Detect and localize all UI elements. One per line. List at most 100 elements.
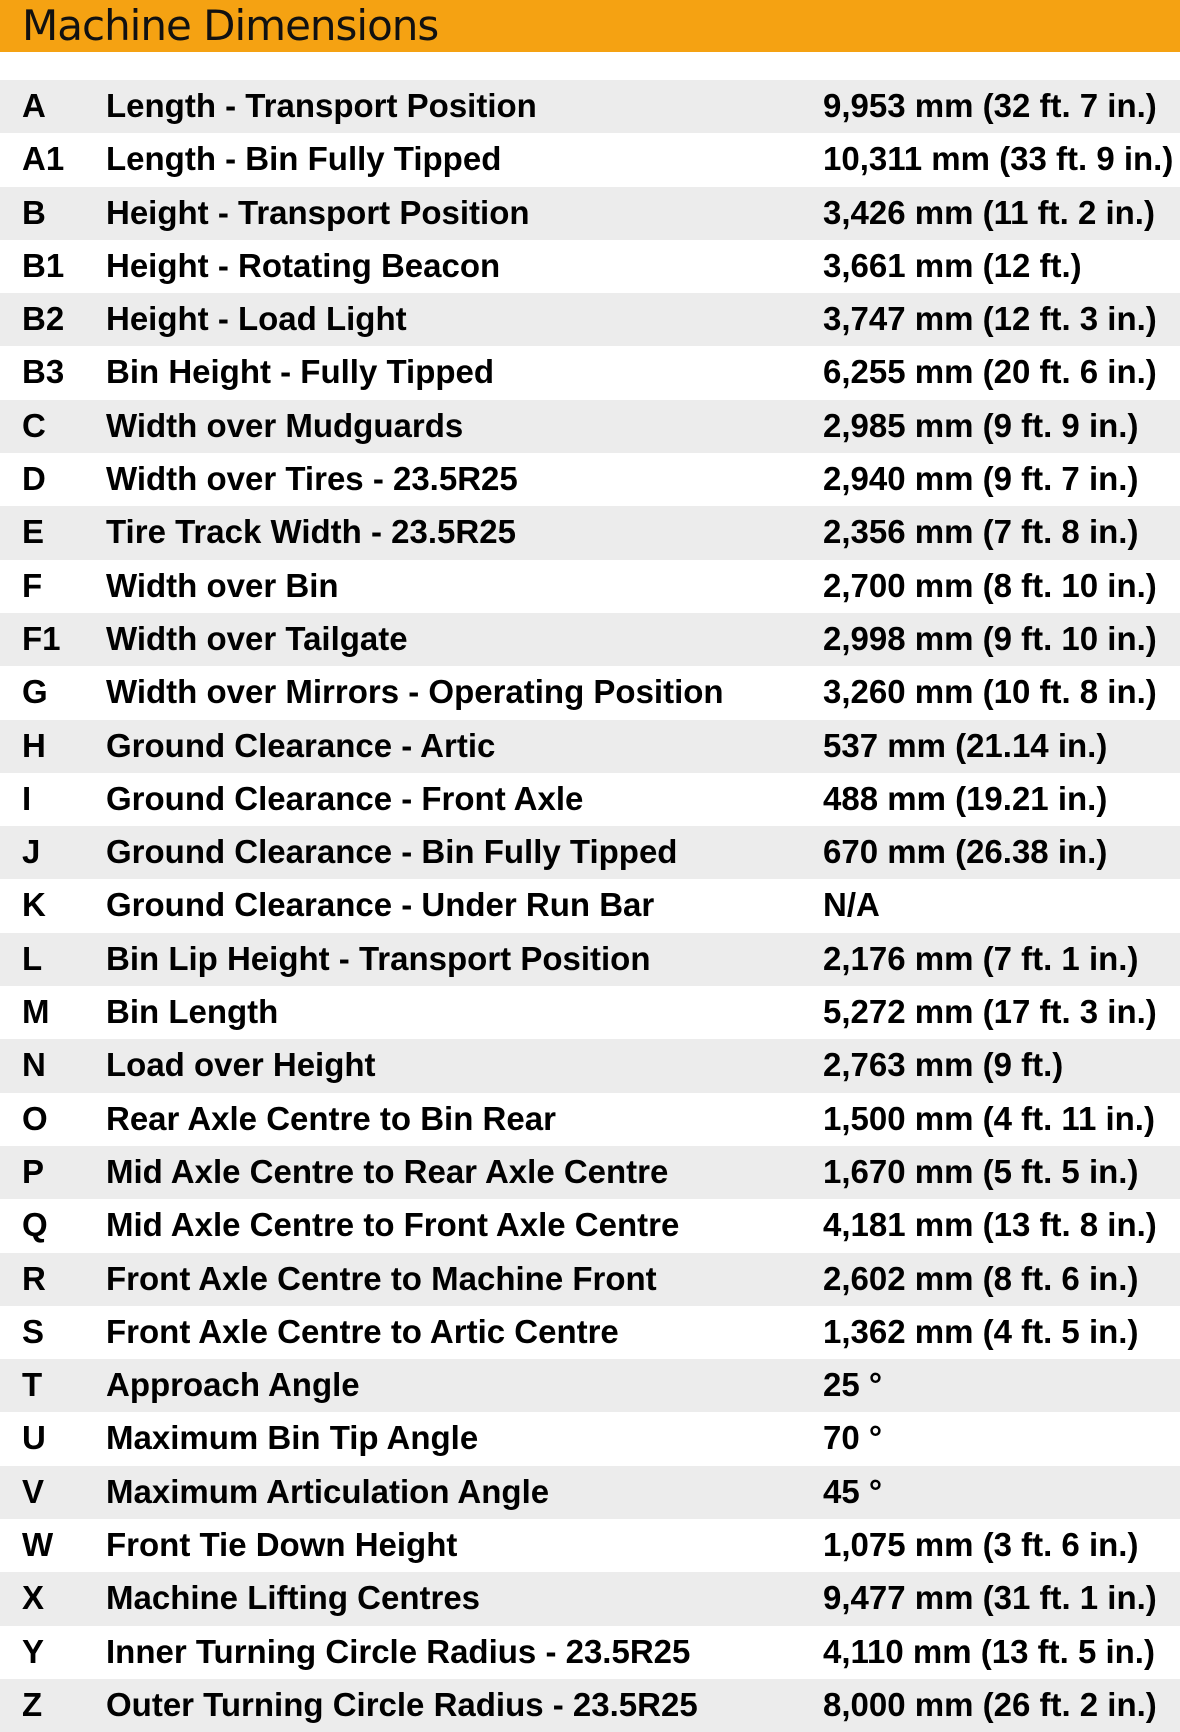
table-row: B1 Height - Rotating Beacon 3,661 mm (12 f… <box>0 240 1180 293</box>
dimension-code: R <box>22 1259 46 1297</box>
dimension-label: Bin Length <box>106 993 279 1031</box>
dimension-code: T <box>22 1366 43 1404</box>
table-row: O Rear Axle Centre to Bin Rear 1,500 mm (4… <box>0 1093 1180 1146</box>
dimension-value: 2,356 mm (7 ft. 8 in.) <box>823 513 1139 551</box>
dimension-value: 488 mm (19.21 in.) <box>823 779 1108 817</box>
table-row: F1 Width over Tailgate 2,998 mm (9 ft. 10 … <box>0 612 1180 667</box>
table-row: D Width over Tires - 23.5R25 2,940 mm (9 f… <box>0 453 1180 506</box>
dimension-code: B <box>22 193 46 231</box>
table-row: R Front Axle Centre to Machine Front 2,602… <box>0 1252 1180 1306</box>
dimension-value: 4,110 mm (13 ft. 5 in.) <box>823 1632 1155 1670</box>
dimension-label: Maximum Bin Tip Angle <box>106 1419 479 1457</box>
dimension-value: 2,998 mm (9 ft. 10 in.) <box>823 619 1157 657</box>
dimension-value: 2,700 mm (8 ft. 10 in.) <box>823 566 1157 604</box>
dimension-label: Front Axle Centre to Artic Centre <box>106 1312 619 1350</box>
dimension-label: Mid Axle Centre to Front Axle Centre <box>106 1206 680 1244</box>
dimension-value: 2,763 mm (9 ft.) <box>823 1046 1064 1084</box>
table-row: K Ground Clearance - Under Run Bar N/A <box>0 879 1180 932</box>
dimension-code: I <box>22 779 32 817</box>
dimension-code: S <box>22 1312 45 1350</box>
dimension-label: Width over Bin <box>106 566 339 604</box>
dimension-code: B3 <box>22 353 65 391</box>
dimension-code: Q <box>22 1206 48 1244</box>
dimension-value: 8,000 mm (26 ft. 2 in.) <box>823 1685 1157 1723</box>
dimension-label: Ground Clearance - Bin Fully Tipped <box>106 833 678 871</box>
dimension-code: K <box>22 886 46 924</box>
table-row: E Tire Track Width - 23.5R25 2,356 mm (7 f… <box>0 506 1180 560</box>
dimension-code: O <box>22 1099 48 1137</box>
dimension-value: 2,176 mm (7 ft. 1 in.) <box>823 939 1139 977</box>
dimensions-table: A Length - Transport Position 9,953 mm (32… <box>0 80 1180 1732</box>
table-row: A Length - Transport Position 9,953 mm (32… <box>0 80 1180 134</box>
dimension-code: A1 <box>22 140 65 178</box>
table-row: B Height - Transport Position 3,426 mm (11… <box>0 186 1180 240</box>
table-row: V Maximum Articulation Angle 45 ° <box>0 1465 1180 1520</box>
dimension-value: 25 ° <box>823 1366 883 1404</box>
dimension-value: 670 mm (26.38 in.) <box>823 833 1108 871</box>
dimension-value: 2,602 mm (8 ft. 6 in.) <box>823 1259 1139 1297</box>
table-row: U Maximum Bin Tip Angle 70 ° <box>0 1412 1180 1465</box>
table-row: Q Mid Axle Centre to Front Axle Centre 4,1… <box>0 1199 1180 1252</box>
dimension-value: 3,747 mm (12 ft. 3 in.) <box>823 300 1157 338</box>
dimension-value: 3,426 mm (11 ft. 2 in.) <box>823 193 1155 231</box>
dimension-value: 9,477 mm (31 ft. 1 in.) <box>823 1579 1157 1617</box>
dimension-label: Width over Mudguards <box>106 406 464 444</box>
dimension-label: Ground Clearance - Front Axle <box>106 779 584 817</box>
dimension-code: F1 <box>22 619 61 657</box>
table-row: L Bin Lip Height - Transport Position 2,17… <box>0 932 1180 987</box>
section-header: Machine Dimensions <box>0 0 1180 52</box>
dimension-code: J <box>22 833 41 871</box>
dimension-label: Tire Track Width - 23.5R25 <box>106 513 516 551</box>
dimension-code: H <box>22 726 46 764</box>
table-row: Y Inner Turning Circle Radius - 23.5R25 4,… <box>0 1626 1180 1679</box>
dimension-label: Ground Clearance - Under Run Bar <box>106 886 655 924</box>
dimension-code: Y <box>22 1632 45 1670</box>
dimension-code: D <box>22 460 46 498</box>
dimension-label: Width over Tires - 23.5R25 <box>106 460 518 498</box>
table-row: M Bin Length 5,272 mm (17 ft. 3 in.) <box>0 986 1180 1039</box>
dimension-value: 70 ° <box>823 1419 883 1457</box>
dimension-label: Approach Angle <box>106 1366 360 1404</box>
dimension-label: Inner Turning Circle Radius - 23.5R25 <box>106 1632 691 1670</box>
dimension-label: Bin Height - Fully Tipped <box>106 353 495 391</box>
dimension-value: 1,362 mm (4 ft. 5 in.) <box>823 1312 1139 1350</box>
dimension-code: E <box>22 513 45 551</box>
dimension-label: Machine Lifting Centres <box>106 1579 481 1617</box>
dimension-label: Width over Mirrors - Operating Position <box>106 673 724 711</box>
table-row: W Front Tie Down Height 1,075 mm (3 ft. 6 … <box>0 1519 1180 1572</box>
dimension-label: Outer Turning Circle Radius - 23.5R25 <box>106 1685 698 1723</box>
dimension-code: P <box>22 1152 45 1190</box>
table-row: B2 Height - Load Light 3,747 mm (12 ft. 3 … <box>0 293 1180 347</box>
dimension-value: 6,255 mm (20 ft. 6 in.) <box>823 353 1157 391</box>
dimension-value: 1,500 mm (4 ft. 11 in.) <box>823 1099 1155 1137</box>
table-row: N Load over Height 2,763 mm (9 ft.) <box>0 1039 1180 1093</box>
dimension-code: U <box>22 1419 46 1457</box>
dimension-code: N <box>22 1046 46 1084</box>
table-row: G Width over Mirrors - Operating Position… <box>0 666 1180 719</box>
dimension-label: Height - Rotating Beacon <box>106 246 501 284</box>
dimension-label: Height - Load Light <box>106 300 407 338</box>
dimension-value: 1,075 mm (3 ft. 6 in.) <box>823 1526 1139 1564</box>
dimension-label: Rear Axle Centre to Bin Rear <box>106 1099 556 1137</box>
dimension-code: G <box>22 673 48 711</box>
dimension-label: Load over Height <box>106 1046 376 1084</box>
dimension-value: 2,985 mm (9 ft. 9 in.) <box>823 406 1139 444</box>
table-row: B3 Bin Height - Fully Tipped 6,255 mm (20 … <box>0 346 1180 399</box>
table-row: J Ground Clearance - Bin Fully Tipped 670 … <box>0 826 1180 880</box>
dimension-code: M <box>22 993 50 1031</box>
dimension-code: W <box>22 1526 54 1564</box>
dimension-label: Mid Axle Centre to Rear Axle Centre <box>106 1152 669 1190</box>
dimension-label: Height - Transport Position <box>106 193 530 231</box>
dimension-label: Bin Lip Height - Transport Position <box>106 939 651 977</box>
table-row: T Approach Angle 25 ° <box>0 1359 1180 1413</box>
dimension-value: 45 ° <box>823 1472 883 1510</box>
dimension-value: 3,661 mm (12 ft.) <box>823 246 1082 284</box>
dimension-label: Maximum Articulation Angle <box>106 1472 550 1510</box>
section-title: Machine Dimensions <box>22 1 439 50</box>
table-row: C Width over Mudguards 2,985 mm (9 ft. 9 i… <box>0 399 1180 454</box>
dimension-value: 2,940 mm (9 ft. 7 in.) <box>823 460 1139 498</box>
table-row: H Ground Clearance - Artic 537 mm (21.14 i… <box>0 719 1180 773</box>
table-row: P Mid Axle Centre to Rear Axle Centre 1,67… <box>0 1145 1180 1200</box>
dimension-value: 5,272 mm (17 ft. 3 in.) <box>823 993 1157 1031</box>
dimension-code: Z <box>22 1685 43 1723</box>
